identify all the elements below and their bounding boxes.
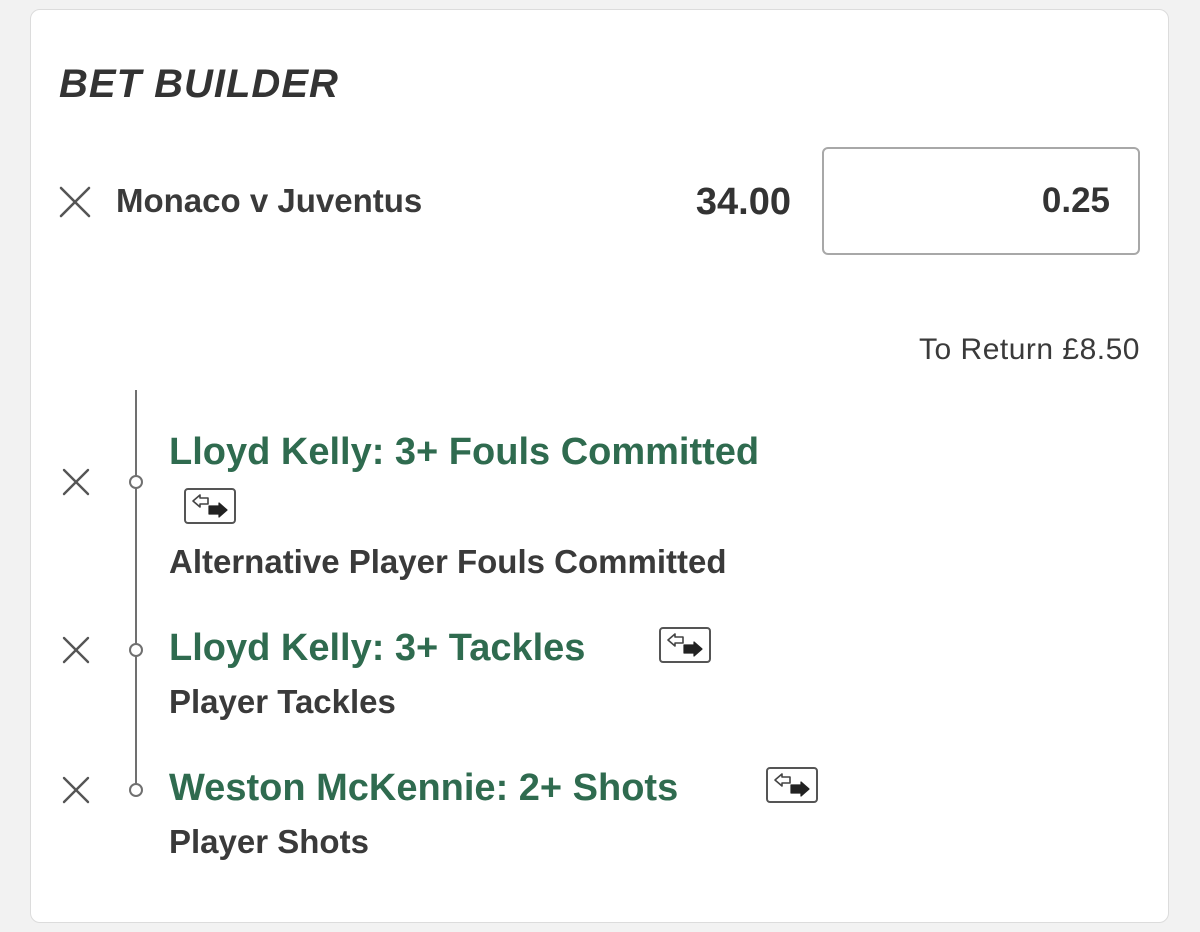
swap-arrows-icon[interactable] xyxy=(184,488,236,524)
remove-selection-close-icon[interactable] xyxy=(61,775,91,805)
to-return-label: To Return £8.50 xyxy=(919,333,1140,366)
bet-odds: 34.00 xyxy=(695,181,791,223)
timeline-node xyxy=(129,475,143,489)
selection-market: Player Shots xyxy=(169,823,369,860)
remove-match-close-icon[interactable] xyxy=(58,185,92,219)
match-name: Monaco v Juventus xyxy=(116,182,423,219)
selection-title[interactable]: Lloyd Kelly: 3+ Fouls Committed xyxy=(169,430,759,474)
selection-title[interactable]: Weston McKennie: 2+ Shots xyxy=(169,766,678,810)
swap-arrows-icon[interactable] xyxy=(766,767,818,803)
selection-market: Player Tackles xyxy=(169,683,396,720)
selection-title[interactable]: Lloyd Kelly: 3+ Tackles xyxy=(169,626,585,670)
bet-builder-card: BET BUILDER Monaco v Juventus 34.00 0.25… xyxy=(30,9,1169,923)
timeline-node xyxy=(129,783,143,797)
timeline-node xyxy=(129,643,143,657)
stake-input[interactable]: 0.25 xyxy=(822,147,1140,255)
selection-timeline xyxy=(135,390,137,785)
remove-selection-close-icon[interactable] xyxy=(61,467,91,497)
remove-selection-close-icon[interactable] xyxy=(61,635,91,665)
bet-builder-title: BET BUILDER xyxy=(59,62,339,106)
selection-market: Alternative Player Fouls Committed xyxy=(169,543,727,580)
swap-arrows-icon[interactable] xyxy=(659,627,711,663)
